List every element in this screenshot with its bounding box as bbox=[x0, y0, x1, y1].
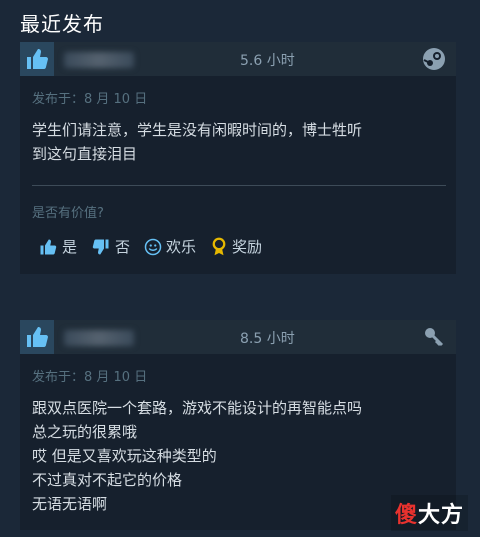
watermark-part2: 大方 bbox=[417, 503, 464, 528]
review-header: 5.6 小时 bbox=[20, 42, 456, 76]
thumbs-up-icon bbox=[40, 239, 57, 254]
steam-icon bbox=[422, 47, 446, 75]
watermark-part1: 傻 bbox=[394, 503, 418, 528]
review-header: 8.5 小时 bbox=[20, 320, 456, 354]
review-line: 总之玩的很累哦 bbox=[32, 423, 138, 441]
posted-date: 发布于：8 月 10 日 bbox=[32, 370, 148, 385]
review-text: 跟双点医院一个套路，游戏不能设计的再智能点吗 总之玩的很累哦 哎 但是又喜欢玩这… bbox=[32, 396, 442, 516]
award-label: 奖励 bbox=[232, 238, 263, 256]
review-line: 无语无语啊 bbox=[32, 495, 108, 513]
playtime-hours: 8.5 小时 bbox=[240, 331, 295, 347]
vote-no-label: 否 bbox=[115, 238, 131, 256]
thumbs-up-icon bbox=[20, 320, 54, 354]
username-blurred[interactable] bbox=[64, 330, 134, 346]
key-icon bbox=[422, 325, 446, 353]
review-line: 哎 但是又喜欢玩这种类型的 bbox=[32, 447, 217, 465]
vote-row: 是 否 欢乐 奖励 bbox=[38, 236, 262, 257]
divider bbox=[32, 185, 446, 186]
vote-yes-label: 是 bbox=[62, 238, 78, 256]
review-line: 跟双点医院一个套路，游戏不能设计的再智能点吗 bbox=[32, 399, 363, 417]
username-blurred[interactable] bbox=[64, 52, 134, 68]
playtime-hours: 5.6 小时 bbox=[240, 53, 295, 69]
thumbs-down-icon bbox=[92, 239, 109, 254]
vote-no-button[interactable]: 否 bbox=[91, 236, 130, 257]
helpful-question: 是否有价值? bbox=[32, 206, 104, 221]
review-line: 不过真对不起它的价格 bbox=[32, 471, 183, 489]
review-line: 学生们请注意，学生是没有闲暇时间的，博士牲听 bbox=[32, 121, 363, 139]
watermark-logo: 傻大方 bbox=[390, 495, 468, 531]
posted-date: 发布于：8 月 10 日 bbox=[32, 92, 148, 107]
review-text: 学生们请注意，学生是没有闲暇时间的，博士牲听 到这句直接泪目 bbox=[32, 118, 442, 166]
vote-funny-label: 欢乐 bbox=[166, 238, 197, 256]
award-button[interactable]: 奖励 bbox=[210, 236, 262, 257]
thumbs-up-icon bbox=[20, 42, 54, 76]
smiley-icon bbox=[144, 238, 162, 255]
award-icon bbox=[212, 237, 226, 255]
section-title: 最近发布 bbox=[20, 12, 104, 36]
vote-funny-button[interactable]: 欢乐 bbox=[144, 236, 196, 257]
review-card: 5.6 小时 发布于：8 月 10 日 学生们请注意，学生是没有闲暇时间的，博士… bbox=[20, 42, 456, 274]
review-line: 到这句直接泪目 bbox=[32, 145, 138, 163]
vote-yes-button[interactable]: 是 bbox=[38, 236, 77, 257]
